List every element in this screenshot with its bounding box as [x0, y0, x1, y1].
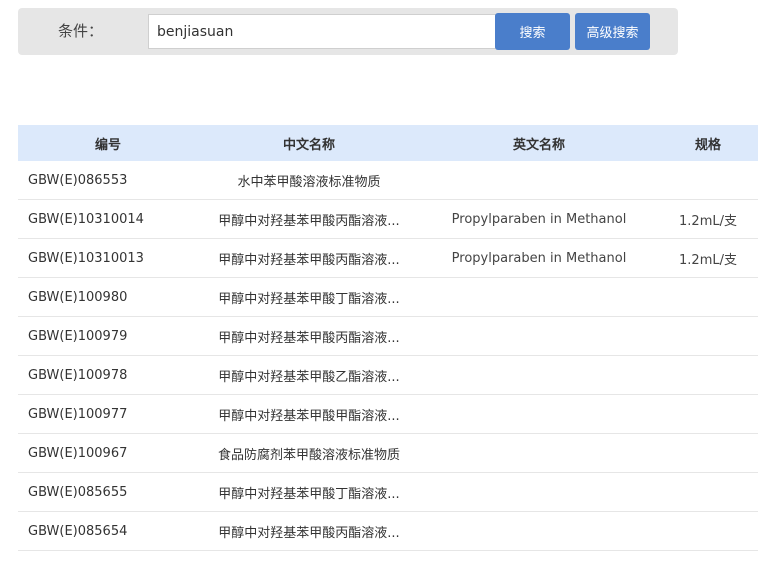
- table-header-row: 编号 中文名称 英文名称 规格: [18, 125, 758, 161]
- cell-chinese-name[interactable]: 甲醇中对羟基苯甲酸甲酯溶液...: [198, 394, 420, 434]
- cell-chinese-name[interactable]: 甲醇中对羟基苯甲酸丙酯溶液...: [198, 238, 420, 278]
- table-row[interactable]: GBW(E)100980 甲醇中对羟基苯甲酸丁酯溶液...: [18, 277, 758, 317]
- cell-code[interactable]: GBW(E)10310013: [18, 238, 198, 278]
- cell-code[interactable]: GBW(E)100978: [18, 355, 198, 395]
- table-row[interactable]: GBW(E)085655 甲醇中对羟基苯甲酸丁酯溶液...: [18, 472, 758, 512]
- cell-code[interactable]: GBW(E)100977: [18, 394, 198, 434]
- cell-chinese-name[interactable]: 食品防腐剂苯甲酸溶液标准物质: [198, 433, 420, 473]
- cell-english-name: Propylparaben in Methanol: [420, 199, 658, 239]
- search-input[interactable]: [148, 14, 496, 49]
- cell-english-name: [420, 277, 658, 317]
- cell-english-name: [420, 511, 658, 551]
- cell-chinese-name[interactable]: 甲醇中对羟基苯甲酸丙酯溶液...: [198, 511, 420, 551]
- header-spec: 规格: [694, 137, 721, 153]
- cell-spec: 1.2mL/支: [658, 199, 758, 239]
- cell-code[interactable]: GBW(E)085654: [18, 511, 198, 551]
- cell-english-name: [420, 394, 658, 434]
- advanced-search-button[interactable]: 高级搜索: [575, 13, 650, 50]
- cell-english-name: [420, 161, 658, 200]
- cell-chinese-name[interactable]: 甲醇中对羟基苯甲酸乙酯溶液...: [198, 355, 420, 395]
- cell-chinese-name[interactable]: 水中苯甲酸溶液标准物质: [198, 161, 420, 200]
- cell-code[interactable]: GBW(E)100980: [18, 277, 198, 317]
- cell-code[interactable]: GBW(E)085655: [18, 472, 198, 512]
- cell-spec: [658, 511, 758, 551]
- cell-spec: [658, 355, 758, 395]
- search-condition-label: 条件：: [58, 22, 104, 40]
- cell-code[interactable]: GBW(E)10310014: [18, 199, 198, 239]
- cell-english-name: [420, 355, 658, 395]
- table-row[interactable]: GBW(E)100979 甲醇中对羟基苯甲酸丙酯溶液...: [18, 316, 758, 356]
- table-row[interactable]: GBW(E)100967 食品防腐剂苯甲酸溶液标准物质: [18, 433, 758, 473]
- cell-spec: [658, 433, 758, 473]
- cell-chinese-name[interactable]: 甲醇中对羟基苯甲酸丁酯溶液...: [198, 277, 420, 317]
- header-english-name: 英文名称: [512, 137, 565, 153]
- table-row[interactable]: GBW(E)085654 甲醇中对羟基苯甲酸丙酯溶液...: [18, 511, 758, 551]
- cell-spec: [658, 472, 758, 512]
- cell-english-name: [420, 433, 658, 473]
- cell-spec: [658, 316, 758, 356]
- cell-spec: [658, 394, 758, 434]
- cell-spec: [658, 277, 758, 317]
- search-bar: 条件： 搜索 高级搜索: [18, 8, 678, 55]
- table-row[interactable]: GBW(E)10310013 甲醇中对羟基苯甲酸丙酯溶液... Propylpa…: [18, 238, 758, 278]
- cell-spec: [658, 161, 758, 200]
- cell-chinese-name[interactable]: 甲醇中对羟基苯甲酸丁酯溶液...: [198, 472, 420, 512]
- cell-spec: 1.2mL/支: [658, 238, 758, 278]
- table-row[interactable]: GBW(E)086553 水中苯甲酸溶液标准物质: [18, 161, 758, 200]
- header-chinese-name: 中文名称: [282, 137, 335, 153]
- cell-chinese-name[interactable]: 甲醇中对羟基苯甲酸丙酯溶液...: [198, 199, 420, 239]
- table-row[interactable]: GBW(E)10310014 甲醇中对羟基苯甲酸丙酯溶液... Propylpa…: [18, 199, 758, 239]
- cell-english-name: [420, 316, 658, 356]
- cell-code[interactable]: GBW(E)100979: [18, 316, 198, 356]
- cell-code[interactable]: GBW(E)100967: [18, 433, 198, 473]
- header-code: 编号: [94, 137, 121, 153]
- results-table: 编号 中文名称 英文名称 规格 GBW(E)086553 水中苯甲酸溶液标准物质…: [18, 125, 758, 551]
- cell-code[interactable]: GBW(E)086553: [18, 161, 198, 200]
- cell-chinese-name[interactable]: 甲醇中对羟基苯甲酸丙酯溶液...: [198, 316, 420, 356]
- search-button[interactable]: 搜索: [495, 13, 570, 50]
- table-row[interactable]: GBW(E)100977 甲醇中对羟基苯甲酸甲酯溶液...: [18, 394, 758, 434]
- cell-english-name: Propylparaben in Methanol: [420, 238, 658, 278]
- cell-english-name: [420, 472, 658, 512]
- table-row[interactable]: GBW(E)100978 甲醇中对羟基苯甲酸乙酯溶液...: [18, 355, 758, 395]
